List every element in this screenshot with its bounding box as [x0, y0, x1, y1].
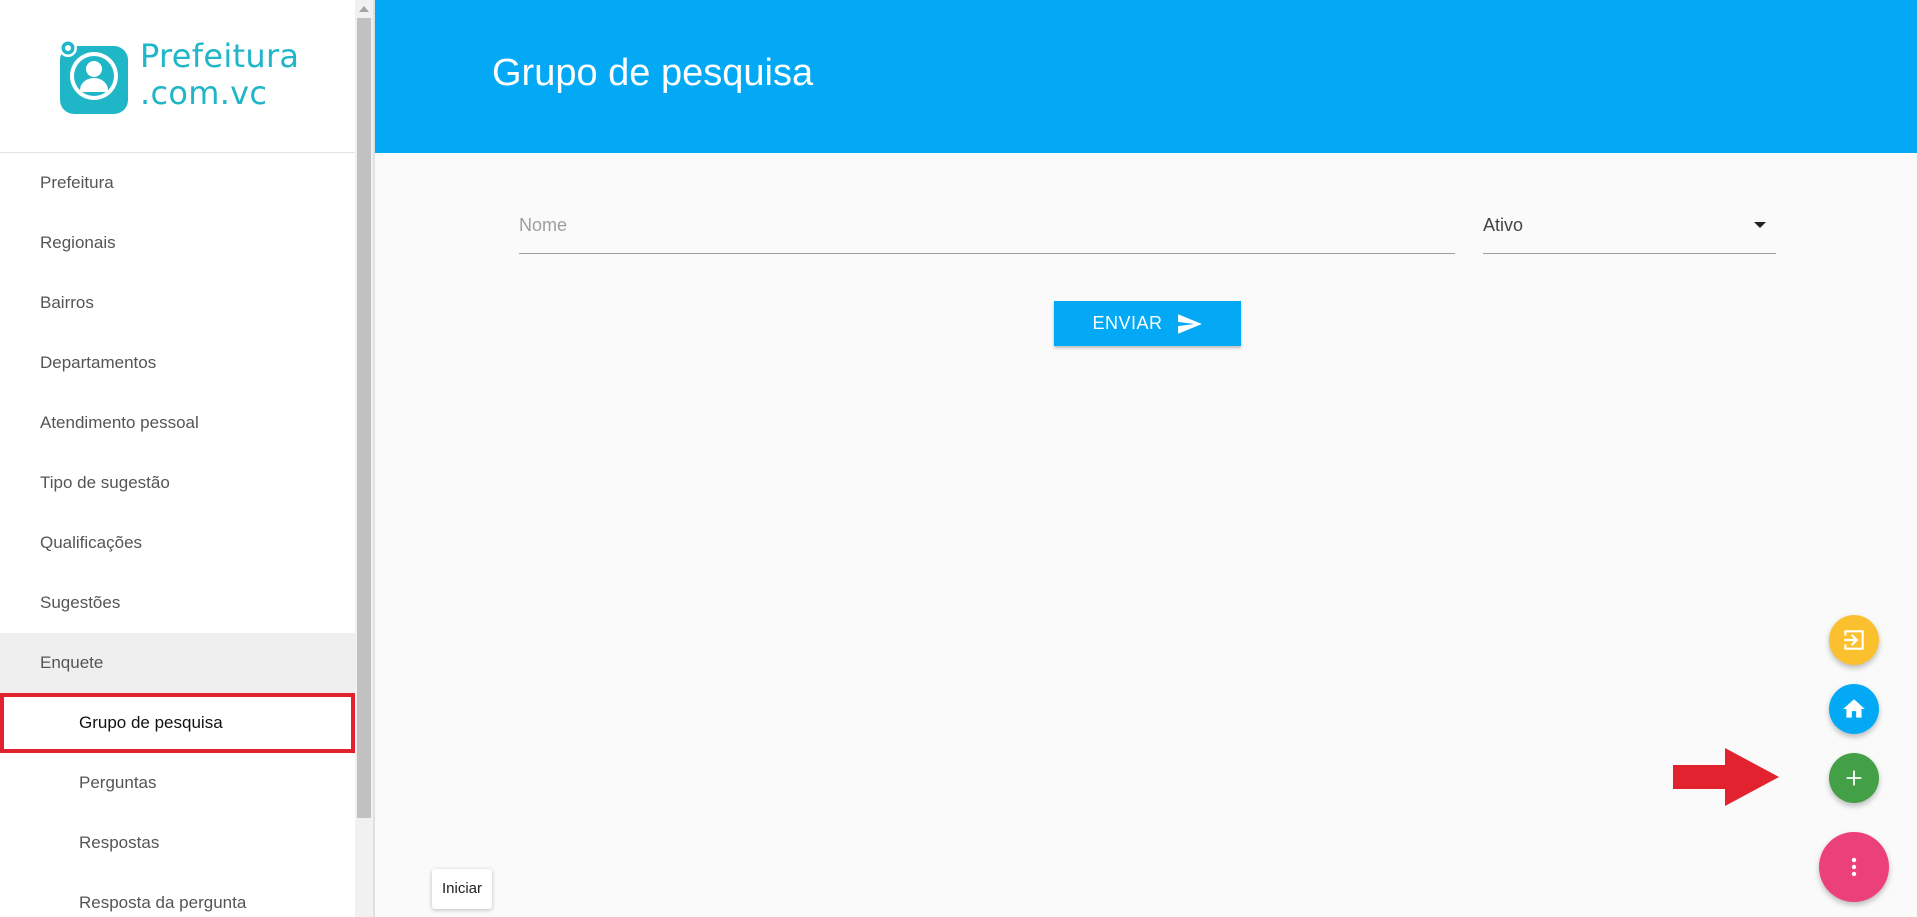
scroll-up-arrow-icon[interactable] — [359, 6, 369, 12]
send-button-label: ENVIAR — [1092, 313, 1163, 333]
sidebar-item-departamentos[interactable]: Departamentos — [0, 333, 355, 393]
sidebar-item-enquete[interactable]: Enquete — [0, 633, 355, 693]
home-icon — [1843, 699, 1865, 718]
tooltip: Iniciar — [432, 869, 493, 909]
logo-text: Prefeitura .com.vc — [140, 38, 299, 112]
more-options-button[interactable] — [1819, 832, 1889, 902]
sidebar-item-tipo-de-sugestao[interactable]: Tipo de sugestão — [0, 453, 355, 513]
red-arrow-annotation-icon — [1673, 748, 1779, 806]
more-vertical-icon — [1851, 857, 1857, 877]
sidebar: Prefeitura .com.vc Prefeitura Regionais … — [0, 0, 355, 917]
add-button[interactable] — [1829, 753, 1879, 803]
scrollbar-thumb[interactable] — [357, 18, 371, 818]
sidebar-item-qualificacoes[interactable]: Qualificações — [0, 513, 355, 573]
logo-text-line2: .com.vc — [140, 74, 268, 112]
sidebar-scrollbar[interactable] — [355, 0, 373, 917]
sidebar-subitem-grupo-de-pesquisa[interactable]: Grupo de pesquisa — [0, 693, 355, 753]
exit-button[interactable] — [1829, 615, 1879, 665]
send-icon — [1177, 313, 1202, 334]
page-header: Grupo de pesquisa — [375, 0, 1917, 153]
status-select-value: Ativo — [1483, 215, 1524, 235]
sidebar-item-bairros[interactable]: Bairros — [0, 273, 355, 333]
sidebar-item-atendimento-pessoal[interactable]: Atendimento pessoal — [0, 393, 355, 453]
chevron-down-icon — [1754, 222, 1766, 228]
sidebar-item-sugestoes[interactable]: Sugestões — [0, 573, 355, 633]
plus-icon — [1846, 770, 1862, 786]
status-select[interactable]: Ativo — [1483, 200, 1776, 254]
sidebar-subitem-respostas[interactable]: Respostas — [0, 813, 355, 873]
logo[interactable]: Prefeitura .com.vc — [0, 0, 355, 153]
sidebar-subitem-resposta-da-pergunta[interactable]: Resposta da pergunta — [0, 873, 355, 917]
logo-text-line1: Prefeitura — [140, 37, 300, 75]
prefeitura-logo-icon — [60, 39, 128, 114]
send-button[interactable]: ENVIAR — [1054, 301, 1241, 346]
sidebar-subitem-perguntas[interactable]: Perguntas — [0, 753, 355, 813]
exit-icon — [1844, 630, 1864, 650]
home-button[interactable] — [1829, 684, 1879, 734]
name-input[interactable] — [519, 200, 1455, 250]
name-field — [519, 200, 1455, 254]
sidebar-item-prefeitura[interactable]: Prefeitura — [0, 153, 355, 213]
sidebar-item-regionais[interactable]: Regionais — [0, 213, 355, 273]
page-title: Grupo de pesquisa — [492, 52, 814, 94]
sidebar-menu: Prefeitura Regionais Bairros Departament… — [0, 153, 355, 917]
